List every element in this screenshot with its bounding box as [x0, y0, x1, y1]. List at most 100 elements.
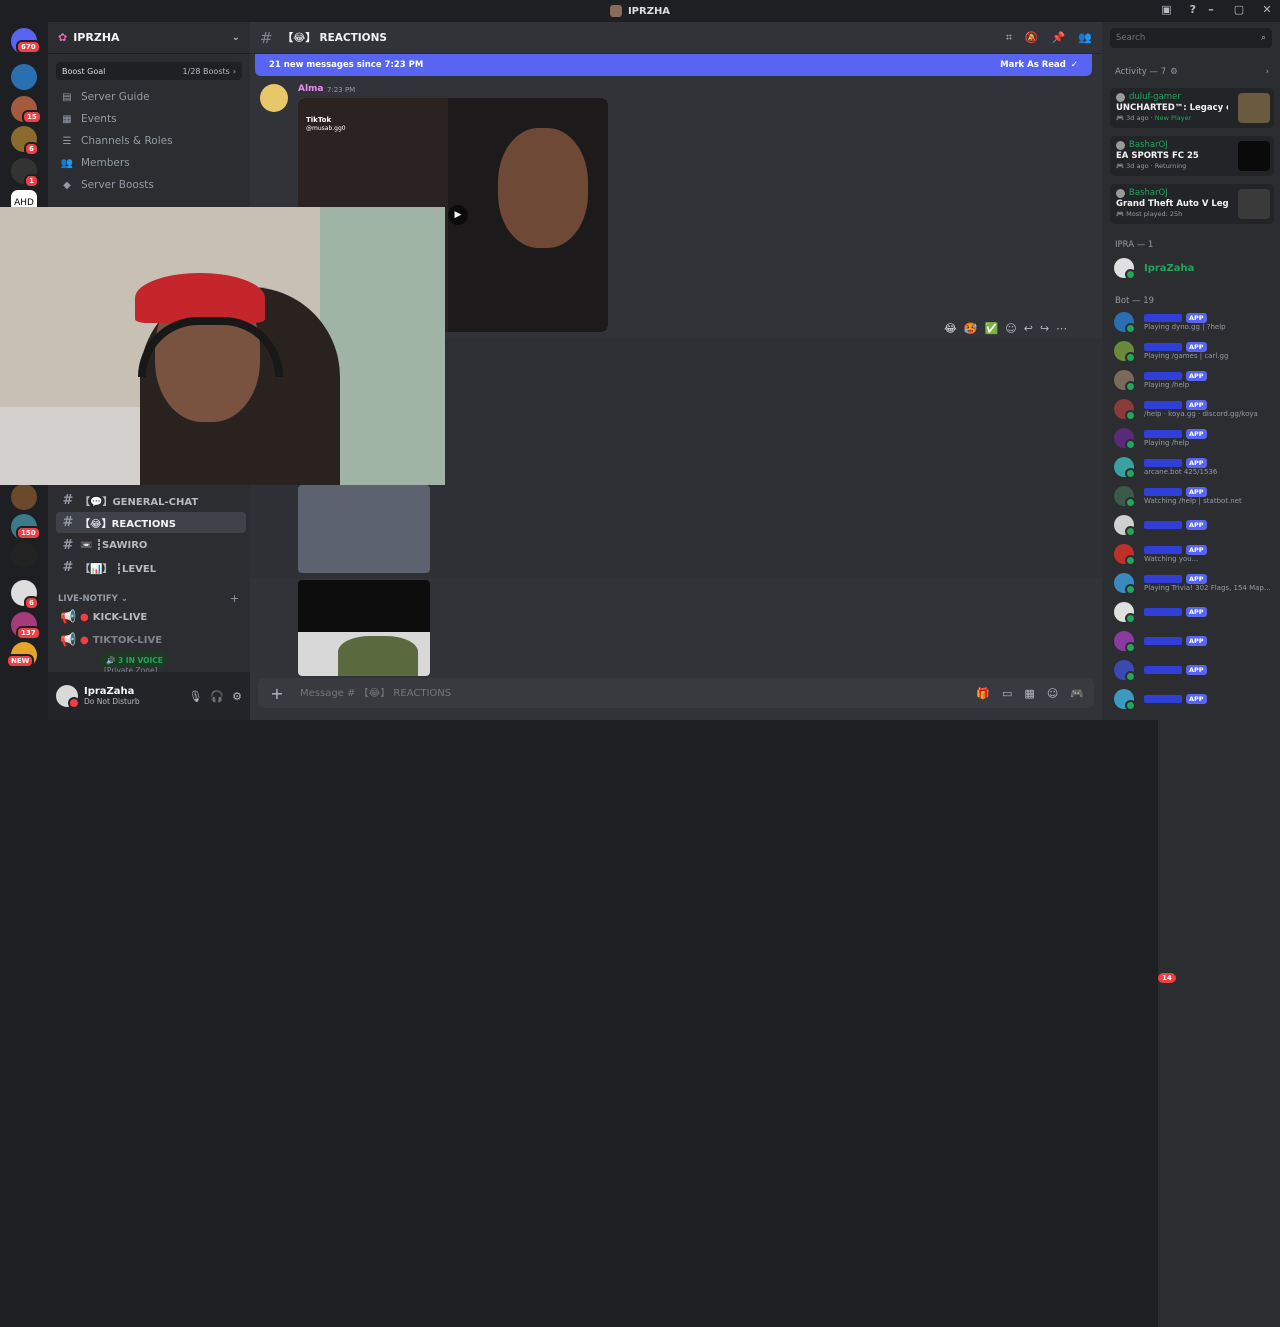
- bot-name-row: APP: [1144, 487, 1242, 497]
- server-icon[interactable]: [11, 484, 37, 510]
- bot-member-item[interactable]: APP: [1114, 515, 1207, 537]
- bot-member-item[interactable]: APP arcane.bot 425/1536: [1114, 457, 1217, 479]
- add-reaction-icon[interactable]: ☺: [1005, 322, 1016, 335]
- headphones-icon[interactable]: 🎧: [210, 690, 224, 703]
- gear-icon[interactable]: ⚙: [232, 690, 242, 703]
- image-attachment[interactable]: [298, 485, 430, 573]
- calendar-icon: ▦: [62, 113, 72, 125]
- channel-label: 【💬】GENERAL-CHAT: [80, 497, 199, 508]
- bot-member-item[interactable]: APP Playing /help: [1114, 370, 1207, 392]
- search-box[interactable]: ⌕: [1110, 28, 1272, 48]
- reaction-check[interactable]: ✅: [985, 322, 999, 335]
- bot-member-item[interactable]: APP Watching you...: [1114, 544, 1207, 566]
- avatar: [1114, 457, 1136, 479]
- game-icon[interactable]: 🎮: [1070, 687, 1084, 700]
- channel-reactions[interactable]: #【😂】REACTIONS👤⚙: [56, 512, 1280, 1232]
- nav-events[interactable]: ▦ Events: [48, 108, 250, 130]
- channel-label: 【😂】REACTIONS: [80, 519, 176, 530]
- close-icon[interactable]: ✕: [1260, 3, 1274, 16]
- nav-channels-roles[interactable]: ☰ Channels & Roles: [48, 130, 250, 152]
- video-subject: [498, 128, 588, 248]
- reaction-laugh[interactable]: 😂: [944, 322, 957, 335]
- bot-name-redacted: [1144, 459, 1182, 467]
- message-author[interactable]: Alma: [298, 84, 324, 94]
- bot-info: APP Playing /help: [1144, 429, 1207, 447]
- live-dot-icon: ●: [80, 635, 89, 646]
- gear-icon[interactable]: ⚙: [1170, 67, 1178, 77]
- bot-member-item[interactable]: APP: [1114, 689, 1207, 711]
- play-icon[interactable]: ▶: [448, 205, 468, 225]
- nav-members[interactable]: 👥 Members: [48, 152, 250, 174]
- activity-card[interactable]: BasharOJ Grand Theft Auto V Legacy 🎮 Mos…: [1110, 184, 1274, 224]
- bot-member-item[interactable]: APP: [1114, 631, 1207, 653]
- activity-game: Grand Theft Auto V Legacy: [1116, 199, 1228, 209]
- bot-member-item[interactable]: APP/help · koya.gg · discord.gg/koya: [1114, 399, 1258, 421]
- nav-server-guide[interactable]: ▤ Server Guide: [48, 86, 250, 108]
- reply-icon[interactable]: ↩: [1024, 322, 1033, 335]
- app-badge: APP: [1186, 371, 1207, 381]
- watermark-brand: TikTok: [306, 116, 332, 124]
- bot-member-item[interactable]: APP Playing /help: [1114, 428, 1207, 450]
- gif-icon[interactable]: ▭: [1002, 687, 1012, 700]
- channel-kick-live[interactable]: 📢 ● KICK-LIVE 14: [56, 607, 1280, 1327]
- pin-icon[interactable]: 📌: [1052, 31, 1066, 45]
- bot-name-row: APP: [1144, 400, 1258, 410]
- server-header[interactable]: ✿ IPRZHA ⌄: [48, 22, 250, 54]
- reaction-hot[interactable]: 🥵: [964, 322, 978, 335]
- emoji-icon[interactable]: ☺: [1047, 687, 1058, 700]
- nav-server-boosts[interactable]: ◆ Server Boosts: [48, 174, 250, 196]
- search-input[interactable]: [1116, 33, 1246, 43]
- bot-member-item[interactable]: APP Playing Trivia! 302 Flags, 154 Map...: [1114, 573, 1271, 595]
- bot-member-item[interactable]: APP: [1114, 660, 1207, 682]
- activity-time: 3d ago: [1126, 114, 1149, 122]
- channel-level[interactable]: # 【📊】 ┇LEVEL: [56, 557, 246, 578]
- avatar[interactable]: [260, 84, 288, 112]
- minimize-icon[interactable]: –: [1204, 3, 1218, 16]
- member-list-icon[interactable]: 👥: [1078, 31, 1092, 45]
- activity-time: 3d ago: [1126, 162, 1149, 170]
- channel-general-chat[interactable]: # 【💬】GENERAL-CHAT: [56, 490, 246, 511]
- channel-tiktok-live[interactable]: 📢 ● TIKTOK-LIVE: [56, 630, 246, 651]
- plus-icon[interactable]: +: [268, 684, 286, 703]
- inbox-icon[interactable]: ▣: [1161, 3, 1171, 16]
- server-icon[interactable]: [11, 542, 37, 568]
- bot-member-item[interactable]: APP Playing /games | carl.gg: [1114, 341, 1228, 363]
- message-input[interactable]: [300, 687, 900, 699]
- mic-icon[interactable]: 🎙: [188, 690, 202, 703]
- chevron-right-icon[interactable]: ›: [1266, 67, 1269, 77]
- bot-info: APP Watching /help | statbot.net: [1144, 487, 1242, 505]
- threads-icon[interactable]: ⌗: [1006, 31, 1012, 45]
- mute-icon[interactable]: 🔕: [1025, 31, 1039, 45]
- new-messages-bar[interactable]: 21 new messages since 7:23 PM Mark As Re…: [255, 54, 1092, 76]
- avatar: [1114, 370, 1136, 392]
- avatar: [1114, 486, 1136, 508]
- member-item[interactable]: IpraZaha: [1114, 258, 1194, 280]
- category-live-notify[interactable]: LIVE-NOTIFY ⌄: [58, 594, 128, 604]
- bot-name-redacted: [1144, 637, 1182, 645]
- bot-name-redacted: [1144, 372, 1182, 380]
- help-icon[interactable]: ?: [1190, 3, 1196, 16]
- avatar: [1114, 258, 1136, 280]
- activity-card[interactable]: BasharOJ EA SPORTS FC 25 🎮 3d ago · Retu…: [1110, 136, 1274, 176]
- gift-icon[interactable]: 🎁: [976, 687, 990, 700]
- bot-info: APP arcane.bot 425/1536: [1144, 458, 1217, 476]
- activity-header[interactable]: Activity — 7 ⚙ ›: [1115, 67, 1269, 77]
- new-badge: NEW: [6, 654, 35, 668]
- sticker-icon[interactable]: ▦: [1024, 687, 1034, 700]
- avatar[interactable]: [56, 685, 80, 709]
- maximize-icon[interactable]: ▢: [1232, 3, 1246, 16]
- bot-status: Playing dyno.gg | ?help: [1144, 323, 1226, 331]
- bot-member-item[interactable]: APP Playing dyno.gg | ?help: [1114, 312, 1226, 334]
- forward-icon[interactable]: ↪: [1040, 322, 1049, 335]
- add-channel-icon[interactable]: +: [230, 592, 239, 605]
- mark-as-read-button[interactable]: Mark As Read: [1000, 60, 1066, 70]
- server-name: IPRZHA: [73, 31, 120, 44]
- more-icon[interactable]: ⋯: [1056, 322, 1067, 335]
- bot-member-item[interactable]: APP: [1114, 602, 1207, 624]
- image-attachment[interactable]: [298, 580, 430, 676]
- server-icon[interactable]: [11, 64, 37, 90]
- activity-card[interactable]: duluf-gamer UNCHARTED™: Legacy of ... 🎮 …: [1110, 88, 1274, 128]
- channel-sawiro[interactable]: #📼 ┇SAWIRO1: [56, 535, 1280, 1255]
- bot-member-item[interactable]: APP Watching /help | statbot.net: [1114, 486, 1242, 508]
- boost-goal[interactable]: Boost Goal 1/28 Boosts ›: [56, 62, 242, 80]
